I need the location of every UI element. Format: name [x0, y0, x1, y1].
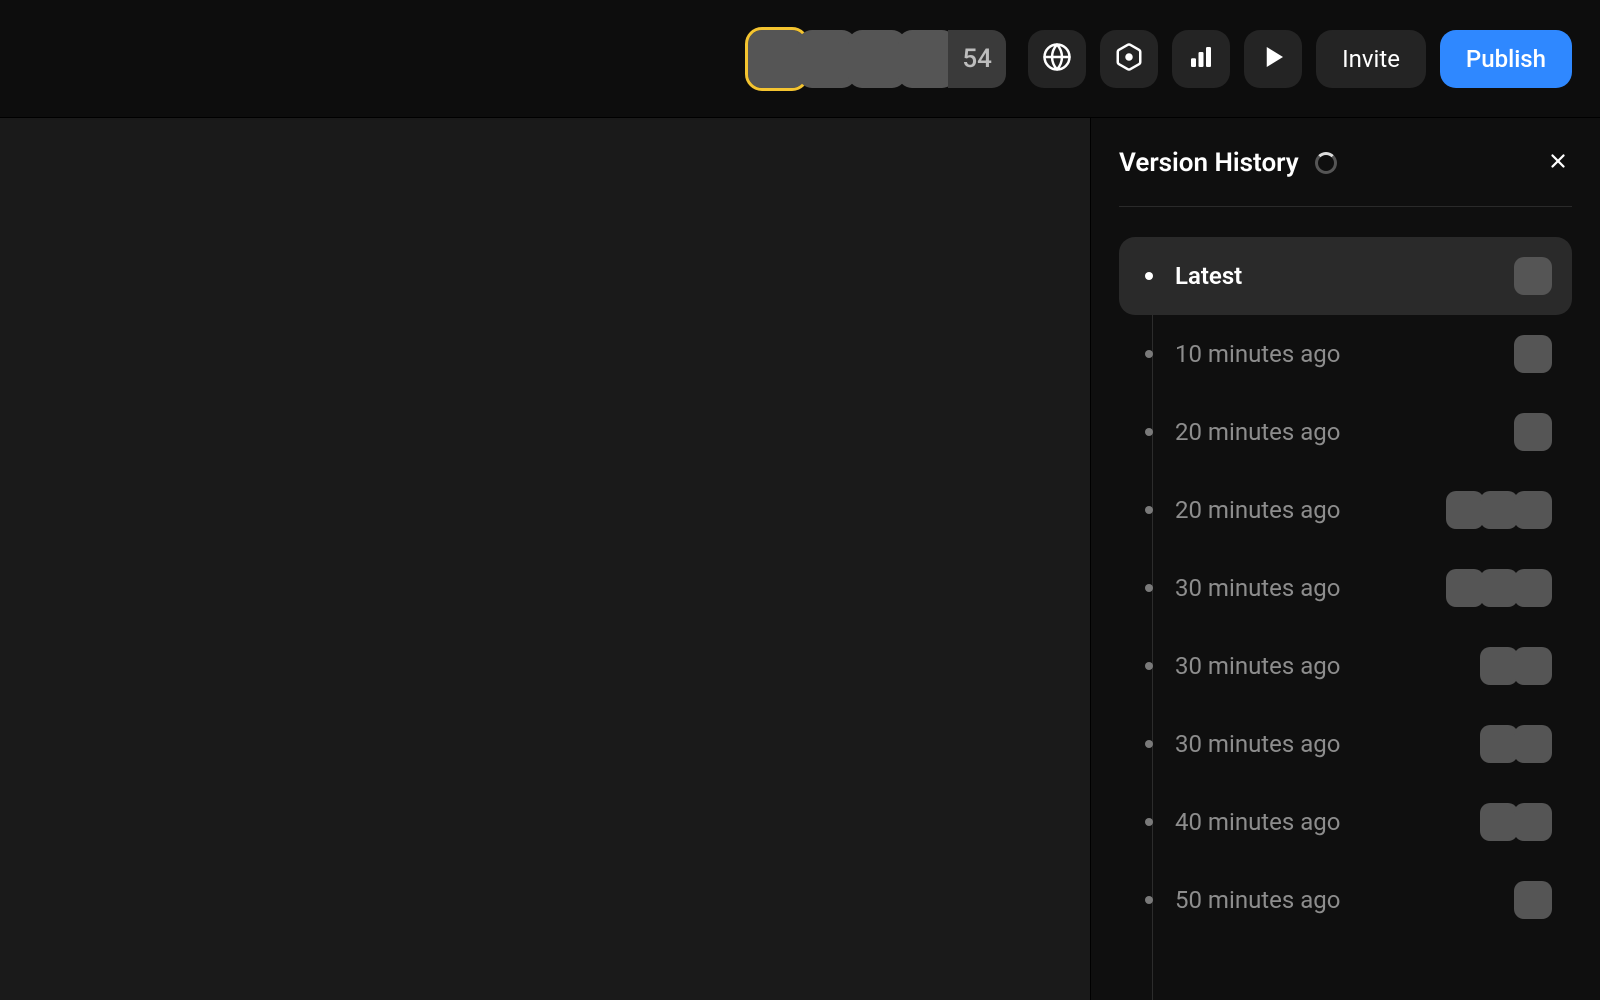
invite-button[interactable]: Invite: [1316, 30, 1426, 88]
version-authors: [1514, 881, 1552, 919]
main-area: Version History Latest 10 minutes ago 20 m…: [0, 118, 1600, 1000]
author-avatar: [1480, 647, 1518, 685]
editor-canvas[interactable]: [0, 118, 1090, 1000]
version-authors: [1514, 413, 1552, 451]
version-authors: [1514, 335, 1552, 373]
timeline-dot-icon: [1145, 350, 1153, 358]
presence-overflow-count[interactable]: 54: [948, 30, 1006, 88]
version-history-item[interactable]: 30 minutes ago: [1119, 627, 1572, 705]
author-avatar: [1480, 569, 1518, 607]
timeline-dot-icon: [1145, 584, 1153, 592]
version-timestamp: 10 minutes ago: [1175, 340, 1340, 368]
bar-chart-icon: [1186, 42, 1216, 76]
play-icon: [1258, 42, 1288, 76]
version-authors: [1480, 647, 1552, 685]
close-icon: [1547, 150, 1569, 176]
author-avatar: [1514, 413, 1552, 451]
timeline-dot-icon: [1145, 740, 1153, 748]
preview-button[interactable]: [1244, 30, 1302, 88]
author-avatar: [1514, 257, 1552, 295]
author-avatar: [1514, 335, 1552, 373]
panel-header: Version History: [1119, 148, 1572, 207]
timeline-dot-icon: [1145, 506, 1153, 514]
version-timestamp: 20 minutes ago: [1175, 496, 1340, 524]
hexagon-icon: [1114, 42, 1144, 76]
component-button[interactable]: [1100, 30, 1158, 88]
version-history-list: Latest 10 minutes ago 20 minutes ago 20 min…: [1119, 237, 1572, 1000]
version-timestamp: 40 minutes ago: [1175, 808, 1340, 836]
author-avatar: [1446, 491, 1484, 529]
author-avatar: [1514, 803, 1552, 841]
presence-avatars[interactable]: 54: [748, 30, 1006, 88]
globe-icon: [1042, 42, 1072, 76]
author-avatar: [1514, 569, 1552, 607]
version-timestamp: 30 minutes ago: [1175, 730, 1340, 758]
close-panel-button[interactable]: [1544, 149, 1572, 177]
timeline-dot-icon: [1145, 662, 1153, 670]
timeline-dot-icon: [1145, 896, 1153, 904]
version-authors: [1446, 491, 1552, 529]
version-timestamp: 20 minutes ago: [1175, 418, 1340, 446]
top-bar: 54 Invite Publish: [0, 0, 1600, 118]
version-authors: [1480, 725, 1552, 763]
panel-title: Version History: [1119, 148, 1299, 178]
author-avatar: [1514, 725, 1552, 763]
version-history-item[interactable]: Latest: [1119, 237, 1572, 315]
author-avatar: [1514, 881, 1552, 919]
version-history-item[interactable]: 20 minutes ago: [1119, 471, 1572, 549]
analytics-button[interactable]: [1172, 30, 1230, 88]
version-authors: [1514, 257, 1552, 295]
version-history-item[interactable]: 10 minutes ago: [1119, 315, 1572, 393]
version-timestamp: 30 minutes ago: [1175, 652, 1340, 680]
version-history-item[interactable]: 30 minutes ago: [1119, 705, 1572, 783]
version-authors: [1480, 803, 1552, 841]
version-timestamp: 30 minutes ago: [1175, 574, 1340, 602]
loading-spinner-icon: [1315, 152, 1337, 174]
author-avatar: [1480, 491, 1518, 529]
author-avatar: [1446, 569, 1484, 607]
version-history-item[interactable]: 30 minutes ago: [1119, 549, 1572, 627]
globe-button[interactable]: [1028, 30, 1086, 88]
version-timestamp: 50 minutes ago: [1175, 886, 1340, 914]
author-avatar: [1514, 647, 1552, 685]
version-history-panel: Version History Latest 10 minutes ago 20 m…: [1090, 118, 1600, 1000]
version-authors: [1446, 569, 1552, 607]
publish-button[interactable]: Publish: [1440, 30, 1572, 88]
version-timestamp: Latest: [1175, 262, 1242, 290]
timeline-dot-icon: [1145, 818, 1153, 826]
version-history-item[interactable]: 20 minutes ago: [1119, 393, 1572, 471]
author-avatar: [1514, 491, 1552, 529]
version-history-item[interactable]: 40 minutes ago: [1119, 783, 1572, 861]
timeline-dot-icon: [1145, 272, 1153, 280]
timeline-dot-icon: [1145, 428, 1153, 436]
version-history-item[interactable]: 50 minutes ago: [1119, 861, 1572, 939]
author-avatar: [1480, 803, 1518, 841]
author-avatar: [1480, 725, 1518, 763]
